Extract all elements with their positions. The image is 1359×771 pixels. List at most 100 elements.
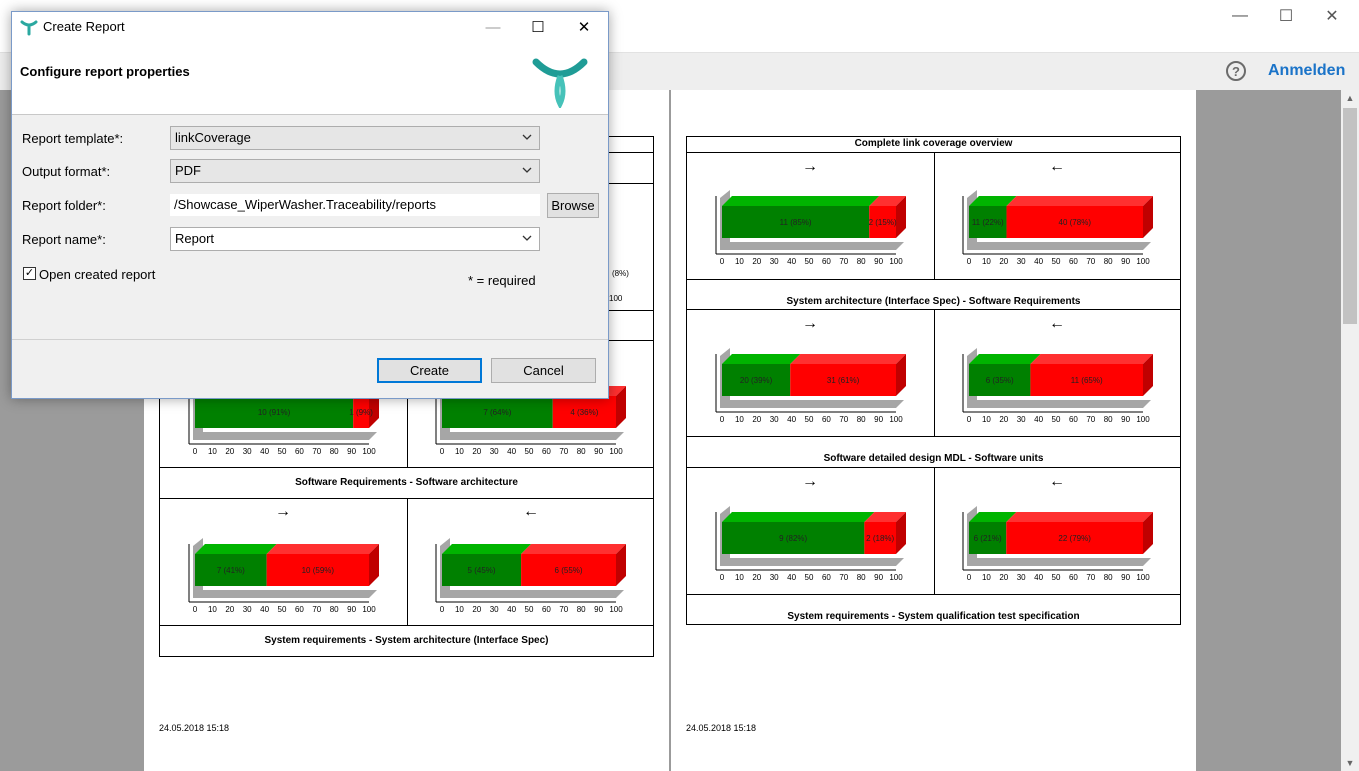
axis-tick-label: 20 (472, 605, 481, 614)
axis-tick-label: 10 (735, 573, 744, 582)
axis-tick-label: 100 (362, 605, 376, 614)
axis-tick-label: 20 (225, 605, 234, 614)
axis-tick-label: 70 (839, 257, 848, 266)
cancel-button[interactable]: Cancel (491, 358, 596, 383)
axis-tick-label: 90 (347, 605, 356, 614)
axis-tick-label: 100 (1136, 573, 1150, 582)
axis-tick-label: 90 (1121, 257, 1130, 266)
axis-tick-label: 30 (770, 573, 779, 582)
axis-tick-label: 80 (577, 605, 586, 614)
bar-covered-label: 11 (85%) (780, 218, 812, 227)
axis-tick-label: 10 (735, 415, 744, 424)
vertical-scrollbar[interactable]: ▲ ▼ (1341, 90, 1359, 771)
axis-tick-label: 50 (525, 447, 534, 456)
bar-uncovered-label: 2 (15%) (869, 218, 897, 227)
axis-tick-label: 50 (1052, 257, 1061, 266)
dialog-close-button[interactable]: ✕ (561, 12, 607, 42)
browse-button[interactable]: Browse (547, 193, 599, 218)
axis-tick-label: 50 (805, 257, 814, 266)
bar-uncovered-top (790, 354, 906, 364)
create-button[interactable]: Create (377, 358, 482, 383)
axis-tick-label: 90 (1121, 415, 1130, 424)
scroll-down-icon[interactable]: ▼ (1341, 755, 1359, 771)
chart-floor (193, 432, 377, 440)
axis-tick-label: 0 (440, 447, 445, 456)
axis-tick-label: 40 (787, 415, 796, 424)
bar-covered-label: 6 (35%) (986, 376, 1014, 385)
dialog-maximize-button[interactable]: ☐ (515, 12, 561, 42)
axis-tick-label: 90 (874, 415, 883, 424)
chart-floor (440, 590, 624, 598)
dialog-minimize-button[interactable]: — (470, 12, 516, 42)
bar-covered-label: 10 (91%) (258, 408, 291, 417)
axis-tick-label: 100 (889, 415, 903, 424)
axis-tick-label: 20 (999, 257, 1008, 266)
bar-uncovered-label: 31 (61%) (827, 376, 860, 385)
axis-tick-label: 40 (1034, 573, 1043, 582)
bar-uncovered-top (1030, 354, 1153, 364)
axis-tick-label: 30 (490, 605, 499, 614)
axis-tick-label: 30 (243, 447, 252, 456)
axis-tick-label: 0 (720, 573, 725, 582)
report-template-select[interactable]: linkCoverage (170, 126, 540, 150)
axis-tick-label: 40 (507, 605, 516, 614)
output-format-label: Output format*: (22, 164, 111, 179)
axis-tick-label: 50 (1052, 415, 1061, 424)
axis-tick-label: 60 (1069, 415, 1078, 424)
output-format-select[interactable]: PDF (170, 159, 540, 183)
axis-tick-label: 80 (857, 573, 866, 582)
axis-tick-label: 30 (490, 447, 499, 456)
axis-tick-label: 0 (193, 605, 198, 614)
required-note: * = required (468, 273, 536, 288)
bar-uncovered-top (521, 544, 626, 554)
report-name-combo[interactable]: Report (170, 227, 540, 251)
axis-tick-label: 60 (295, 605, 304, 614)
axis-tick-label: 0 (967, 415, 972, 424)
app-minimize-button[interactable]: — (1217, 0, 1263, 31)
app-maximize-button[interactable]: ☐ (1263, 0, 1309, 31)
axis-tick-label: 40 (260, 447, 269, 456)
chart-floor (720, 558, 904, 566)
bar-covered-label: 7 (64%) (483, 408, 511, 417)
axis-tick-label: 40 (787, 257, 796, 266)
product-logo-icon (532, 58, 588, 108)
axis-tick-label: 50 (278, 447, 287, 456)
axis-tick-label: 100 (609, 605, 623, 614)
axis-tick-label: 20 (225, 447, 234, 456)
bar-uncovered-label: 22 (79%) (1058, 534, 1091, 543)
open-report-checkbox[interactable]: ✓ (23, 267, 36, 280)
chart-floor (720, 400, 904, 408)
axis-tick-label: 60 (295, 447, 304, 456)
bar-uncovered-label: 1 (9%) (349, 408, 373, 417)
dialog-titlebar: Create Report — ☐ ✕ (12, 12, 608, 42)
axis-tick-label: 0 (720, 415, 725, 424)
report-folder-field[interactable]: /Showcase_WiperWasher.Traceability/repor… (170, 194, 540, 216)
bar-covered-label: 5 (45%) (468, 566, 496, 575)
chart-floor (193, 590, 377, 598)
dialog-title: Create Report (43, 19, 125, 34)
bar-covered-label: 20 (39%) (740, 376, 773, 385)
scroll-up-icon[interactable]: ▲ (1341, 90, 1359, 106)
open-report-label[interactable]: Open created report (39, 267, 155, 282)
axis-tick-label: 60 (822, 257, 831, 266)
axis-tick-label: 10 (455, 605, 464, 614)
bar-covered-top (722, 512, 875, 522)
axis-tick-label: 60 (822, 415, 831, 424)
axis-tick-label: 100 (1136, 257, 1150, 266)
axis-tick-label: 90 (1121, 573, 1130, 582)
axis-tick-label: 90 (594, 605, 603, 614)
bar-uncovered-top (1006, 512, 1153, 522)
axis-tick-label: 30 (1017, 415, 1026, 424)
axis-tick-label: 80 (1104, 415, 1113, 424)
axis-tick-label: 90 (874, 257, 883, 266)
app-close-button[interactable]: ✕ (1309, 0, 1355, 31)
bar-covered-label: 9 (82%) (779, 534, 807, 543)
login-link[interactable]: Anmelden (1268, 62, 1345, 80)
help-icon[interactable]: ? (1226, 61, 1246, 81)
scroll-thumb[interactable] (1343, 108, 1357, 324)
chart-floor (720, 242, 904, 250)
axis-tick-label: 50 (1052, 573, 1061, 582)
bar-uncovered-top (266, 544, 379, 554)
axis-tick-label: 40 (1034, 415, 1043, 424)
bar-covered-top (442, 544, 532, 554)
